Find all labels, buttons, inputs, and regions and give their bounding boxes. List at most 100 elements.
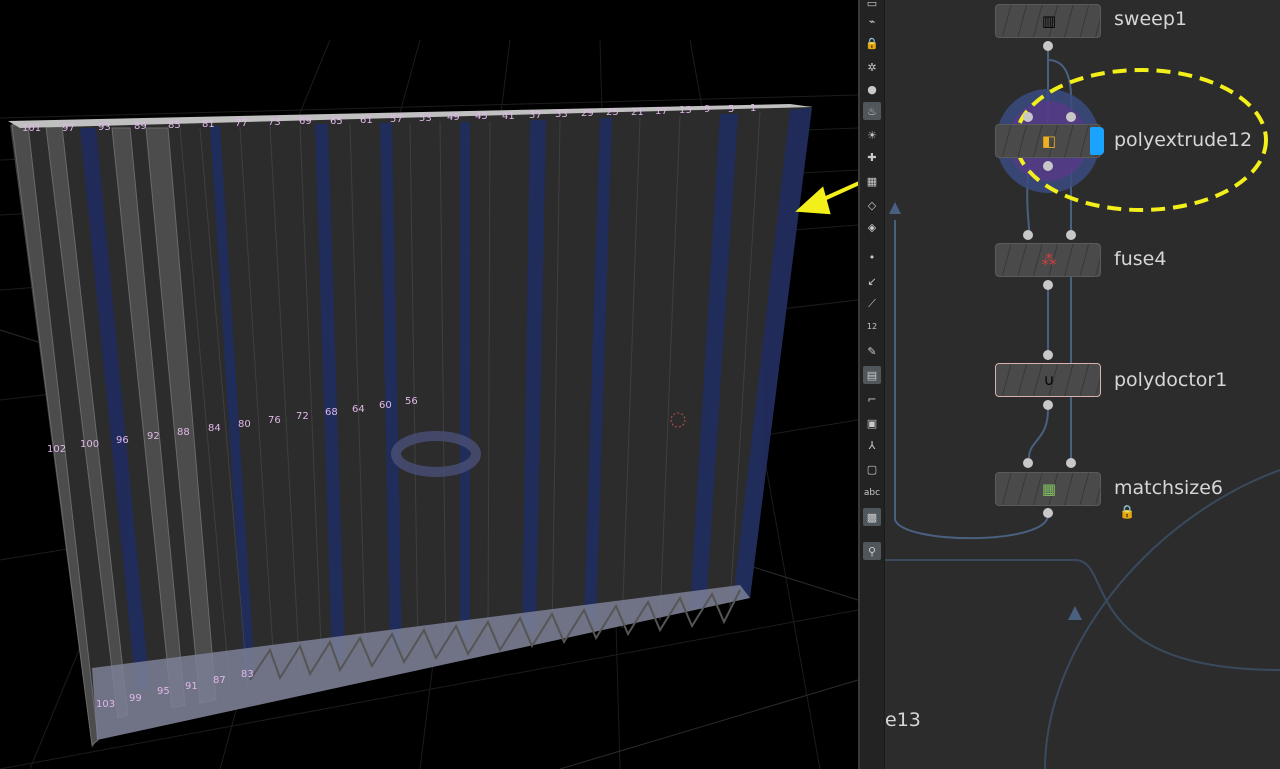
input-port[interactable] [1023, 112, 1033, 122]
node-matchsize6[interactable]: ▦ [995, 472, 1101, 506]
point-label: 9 [704, 104, 711, 115]
fuse-icon: ⁂ [1041, 251, 1057, 269]
xray-icon[interactable]: ◈ [863, 218, 881, 236]
point-label: 89 [134, 121, 147, 132]
output-port[interactable] [1043, 400, 1053, 410]
point-label: 56 [405, 396, 418, 407]
point-label: 69 [299, 116, 312, 127]
vertex-icon[interactable]: ⅄ [863, 436, 881, 454]
light-bulb-icon[interactable]: ♨ [863, 102, 881, 120]
normal-display-icon[interactable]: ↙ [863, 272, 881, 290]
node-label-polydoctor1: polydoctor1 [1114, 369, 1228, 391]
point-label: 103 [96, 699, 116, 710]
snap-icon[interactable]: ⌁ [863, 12, 881, 30]
node-label-polyextrude12: polyextrude12 [1114, 129, 1253, 151]
point-label: 64 [352, 404, 365, 415]
point-label: 91 [185, 681, 198, 692]
point-label: 60 [379, 400, 392, 411]
input-port[interactable] [1066, 458, 1076, 468]
node-label-matchsize6: matchsize6 [1114, 477, 1224, 499]
point-label: 101 [22, 123, 42, 134]
point-label: 45 [475, 111, 488, 122]
input-port[interactable] [1066, 112, 1076, 122]
point-numbers-active-icon[interactable]: ▤ [863, 366, 881, 384]
point-label: 65 [330, 116, 343, 127]
point-label: 57 [390, 114, 403, 125]
shading-icon[interactable]: ▦ [863, 172, 881, 190]
point-label: 21 [631, 107, 644, 118]
node-label-sweep1: sweep1 [1114, 8, 1187, 30]
point-label: 37 [529, 110, 542, 121]
annotation-arrow [795, 181, 858, 215]
prim-numbers-icon[interactable]: ▣ [863, 414, 881, 432]
point-label: 97 [62, 123, 75, 134]
output-port[interactable] [1043, 280, 1053, 290]
viewport-display-toolbar: ▭ ⌁ 🔒 ✲ ● ♨ ☀ ✚ ▦ ◇ ◈ • ↙ ⟋ 12 ✎ ▤ ⌐ ▣ ⅄… [860, 0, 885, 769]
point-label: 88 [177, 427, 190, 438]
point-label: 33 [555, 109, 568, 120]
pin-icon[interactable]: ⚲ [863, 542, 881, 560]
input-port[interactable] [1023, 458, 1033, 468]
point-label: 76 [268, 415, 281, 426]
point-label: 87 [213, 675, 226, 686]
point-label: 41 [502, 111, 515, 122]
matchsize-icon: ▦ [1041, 480, 1057, 498]
point-label: 85 [168, 120, 181, 131]
output-port[interactable] [1043, 41, 1053, 51]
point-label: 102 [47, 444, 67, 455]
headlight-icon[interactable]: ☀ [863, 126, 881, 144]
light-add-icon[interactable]: ✚ [863, 148, 881, 166]
brush-icon[interactable]: ✎ [863, 342, 881, 360]
point-label: 83 [241, 669, 254, 680]
prim-display-icon[interactable]: ▢ [863, 460, 881, 478]
lock-icon[interactable]: 🔒 [1119, 505, 1135, 520]
vector-display-icon[interactable]: ⟋ [863, 294, 881, 312]
polyextrude-icon: ◧ [1041, 132, 1057, 150]
node-label-fuse4: fuse4 [1114, 248, 1167, 270]
point-label: 13 [679, 105, 692, 116]
text-tool[interactable]: abc [863, 484, 881, 502]
wireframe-icon[interactable]: ◇ [863, 196, 881, 214]
input-port[interactable] [1043, 350, 1053, 360]
point-numbers-icon[interactable]: 12 [863, 318, 881, 336]
sweep-icon: ▥ [1041, 12, 1057, 30]
stethoscope-icon: ∪ [1043, 371, 1055, 389]
image-icon[interactable]: ▩ [863, 508, 881, 526]
display-flag[interactable] [1090, 127, 1104, 155]
camera-icon[interactable]: ▭ [863, 0, 881, 12]
point-label: 5 [728, 104, 735, 115]
ghost-icon[interactable]: ✲ [863, 58, 881, 76]
network-editor[interactable]: ▥ sweep1 ◧ polyextrude12 ⁂ fuse4 ∪ polyd… [885, 0, 1280, 769]
output-port[interactable] [1043, 508, 1053, 518]
point-label: 73 [268, 117, 281, 128]
point-label: 92 [147, 431, 160, 442]
node-polydoctor1[interactable]: ∪ [995, 363, 1101, 397]
point-label: 72 [296, 411, 309, 422]
point-label: 29 [581, 108, 594, 119]
node-label-partial: e13 [885, 709, 921, 731]
point-label: 1 [750, 103, 757, 114]
point-label: 25 [606, 107, 619, 118]
node-sweep1[interactable]: ▥ [995, 4, 1101, 38]
point-label: 96 [116, 435, 129, 446]
node-polyextrude12[interactable]: ◧ [995, 124, 1104, 158]
edge-display-icon[interactable]: ⌐ [863, 390, 881, 408]
point-label: 68 [325, 407, 338, 418]
scene-viewport[interactable]: 101 97 93 89 85 81 77 73 69 65 61 57 53 … [0, 0, 858, 769]
output-port[interactable] [1043, 161, 1053, 171]
point-label: 53 [419, 113, 432, 124]
lock-camera-icon[interactable]: 🔒 [863, 34, 881, 52]
point-display-icon[interactable]: • [863, 248, 881, 266]
point-label: 49 [447, 112, 460, 123]
node-fuse4[interactable]: ⁂ [995, 243, 1101, 277]
point-label: 80 [238, 419, 251, 430]
input-port[interactable] [1023, 230, 1033, 240]
point-label: 93 [98, 122, 111, 133]
point-label: 95 [157, 686, 170, 697]
point-label: 99 [129, 693, 142, 704]
point-label: 81 [202, 119, 215, 130]
input-port[interactable] [1066, 230, 1076, 240]
sphere-icon[interactable]: ● [863, 80, 881, 98]
point-label: 17 [655, 106, 668, 117]
point-label: 77 [235, 118, 248, 129]
